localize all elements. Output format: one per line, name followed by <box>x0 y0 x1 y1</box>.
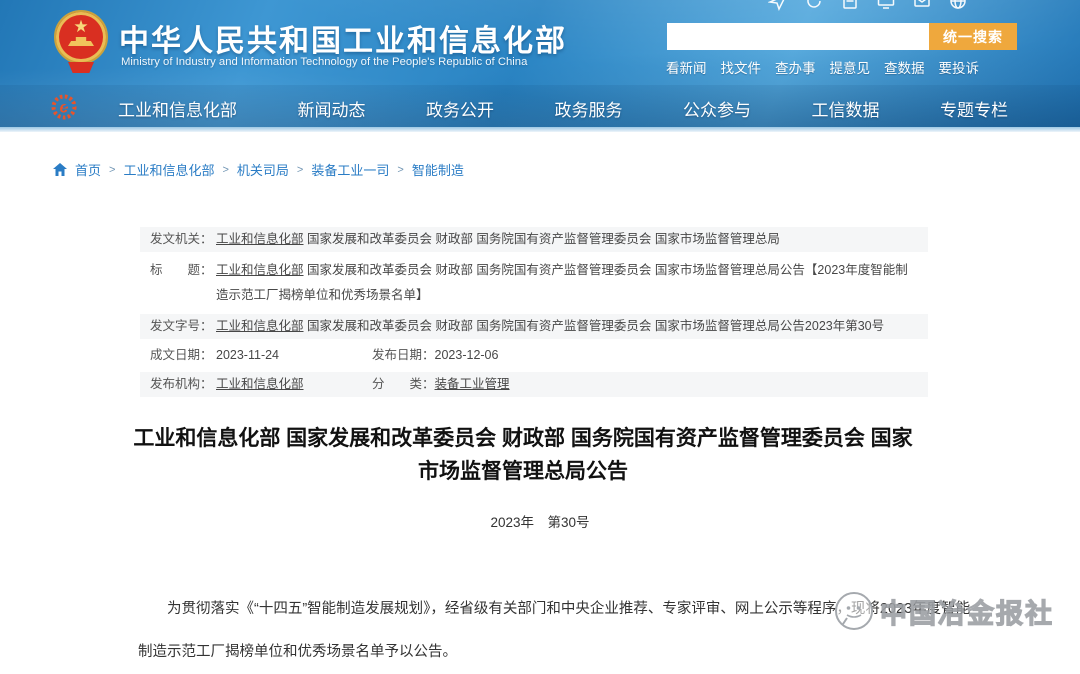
miit-e-logo-icon: e <box>50 93 78 121</box>
breadcrumb-separator: > <box>222 164 228 176</box>
nav-item-miit[interactable]: 工业和信息化部 <box>118 96 237 121</box>
meta-row-doc-number: 发文字号： 工业和信息化部 国家发展和改革委员会 财政部 国务院国有资产监督管理… <box>140 314 928 339</box>
announcement-title: 工业和信息化部 国家发展和改革委员会 财政部 国务院国有资产监督管理委员会 国家… <box>118 422 928 488</box>
announcement-number: 2023年 第30号 <box>0 511 1080 531</box>
mail-icon[interactable] <box>912 0 932 11</box>
announcement-title-line2: 市场监督管理总局公告 <box>118 455 928 488</box>
meta-row-publisher: 发布机构： 工业和信息化部分 类：装备工业管理 <box>140 372 928 397</box>
breadcrumb-smart-manufacturing[interactable]: 智能制造 <box>412 160 464 179</box>
nav-item-data[interactable]: 工信数据 <box>812 96 880 121</box>
quick-link-complaint[interactable]: 要投诉 <box>939 57 980 77</box>
home-icon <box>53 163 67 176</box>
meta-value: 工业和信息化部 国家发展和改革委员会 财政部 国务院国有资产监督管理委员会 国家… <box>216 231 918 248</box>
search-box: 统一搜索 <box>667 23 1017 50</box>
meta-link-category[interactable]: 装备工业管理 <box>435 377 510 391</box>
document-meta-table: 发文机关： 工业和信息化部 国家发展和改革委员会 财政部 国务院国有资产监督管理… <box>140 227 928 401</box>
breadcrumb-separator: > <box>297 164 303 176</box>
banner-bottom-edge <box>0 127 1080 132</box>
meta-label: 成文日期： <box>150 347 216 364</box>
meta-value: 工业和信息化部 国家发展和改革委员会 财政部 国务院国有资产监督管理委员会 国家… <box>216 258 918 308</box>
breadcrumb-miit[interactable]: 工业和信息化部 <box>123 160 214 179</box>
meta-row-title: 标 题： 工业和信息化部 国家发展和改革委员会 财政部 国务院国有资产监督管理委… <box>140 256 928 310</box>
top-toolbar <box>768 0 968 11</box>
watermark: 中国冶金报社 <box>831 588 1054 634</box>
nav-item-topics[interactable]: 专题专栏 <box>940 96 1008 121</box>
emblem-ribbon <box>68 62 94 73</box>
written-date: 2023-11-24 <box>216 347 372 364</box>
wechat-icon <box>831 588 877 634</box>
emblem-star: ★ <box>54 18 108 35</box>
meta-value-text: 国家发展和改革委员会 财政部 国务院国有资产监督管理委员会 国家市场监督管理总局… <box>304 319 885 333</box>
site-title: 中华人民共和国工业和信息化部 <box>119 16 567 60</box>
page: ★ 中华人民共和国工业和信息化部 Ministry of Industry an… <box>0 0 1080 665</box>
national-emblem-icon: ★ <box>54 10 110 76</box>
quick-link-news[interactable]: 看新闻 <box>666 57 707 77</box>
breadcrumb-home[interactable]: 首页 <box>75 160 101 179</box>
publish-date: 2023-12-06 <box>435 348 499 362</box>
meta-row-issuing-agency: 发文机关： 工业和信息化部 国家发展和改革委员会 财政部 国务院国有资产监督管理… <box>140 227 928 252</box>
nav-item-gov-open[interactable]: 政务公开 <box>426 96 494 121</box>
meta-label: 标 题： <box>150 258 216 283</box>
meta-value-text: 国家发展和改革委员会 财政部 国务院国有资产监督管理委员会 国家市场监督管理总局… <box>216 263 908 302</box>
meta-label: 发布机构： <box>150 376 216 393</box>
search-button[interactable]: 统一搜索 <box>929 23 1017 50</box>
host-icon[interactable] <box>840 0 860 11</box>
quick-link-files[interactable]: 找文件 <box>721 57 762 77</box>
meta-link-miit[interactable]: 工业和信息化部 <box>216 232 304 246</box>
breadcrumb-departments[interactable]: 机关司局 <box>237 160 289 179</box>
meta-link-miit[interactable]: 工业和信息化部 <box>216 376 372 393</box>
breadcrumb-separator: > <box>397 164 403 176</box>
quick-link-suggest[interactable]: 提意见 <box>830 57 871 77</box>
breadcrumb-equipment-bureau[interactable]: 装备工业一司 <box>311 160 389 179</box>
quick-link-services[interactable]: 查办事 <box>775 57 816 77</box>
quick-links: 看新闻 找文件 查办事 提意见 查数据 要投诉 <box>666 57 979 77</box>
meta-value: 2023-11-24发布日期：2023-12-06 <box>216 347 918 364</box>
announcement-title-line1: 工业和信息化部 国家发展和改革委员会 财政部 国务院国有资产监督管理委员会 国家 <box>118 422 928 455</box>
monitor-icon[interactable] <box>876 0 896 11</box>
nav-item-participation[interactable]: 公众参与 <box>683 96 751 121</box>
site-header: ★ 中华人民共和国工业和信息化部 Ministry of Industry an… <box>0 0 1080 127</box>
meta-link-miit[interactable]: 工业和信息化部 <box>216 263 304 277</box>
refresh-icon[interactable] <box>804 0 824 11</box>
meta-row-dates: 成文日期： 2023-11-24发布日期：2023-12-06 <box>140 343 928 368</box>
watermark-text: 中国冶金报社 <box>880 592 1054 631</box>
breadcrumb-separator: > <box>109 164 115 176</box>
nav-item-gov-service[interactable]: 政务服务 <box>555 96 623 121</box>
globe-icon[interactable] <box>948 0 968 11</box>
meta-value-text: 国家发展和改革委员会 财政部 国务院国有资产监督管理委员会 国家市场监督管理总局 <box>304 232 780 246</box>
meta-label: 发布日期： <box>372 348 435 362</box>
main-nav: 工业和信息化部 新闻动态 政务公开 政务服务 公众参与 工信数据 专题专栏 <box>118 96 1008 121</box>
meta-label: 发文字号： <box>150 318 216 335</box>
share-icon[interactable] <box>768 0 788 11</box>
meta-link-miit[interactable]: 工业和信息化部 <box>216 319 304 333</box>
meta-value: 工业和信息化部 国家发展和改革委员会 财政部 国务院国有资产监督管理委员会 国家… <box>216 318 918 335</box>
meta-value: 工业和信息化部分 类：装备工业管理 <box>216 376 918 393</box>
meta-label: 分 类： <box>372 377 435 391</box>
quick-link-data[interactable]: 查数据 <box>884 57 925 77</box>
nav-item-news[interactable]: 新闻动态 <box>298 96 366 121</box>
breadcrumb: 首页 > 工业和信息化部 > 机关司局 > 装备工业一司 > 智能制造 <box>53 160 464 179</box>
meta-label: 发文机关： <box>150 231 216 248</box>
search-input[interactable] <box>667 23 929 50</box>
site-subtitle: Ministry of Industry and Information Tec… <box>121 56 527 68</box>
